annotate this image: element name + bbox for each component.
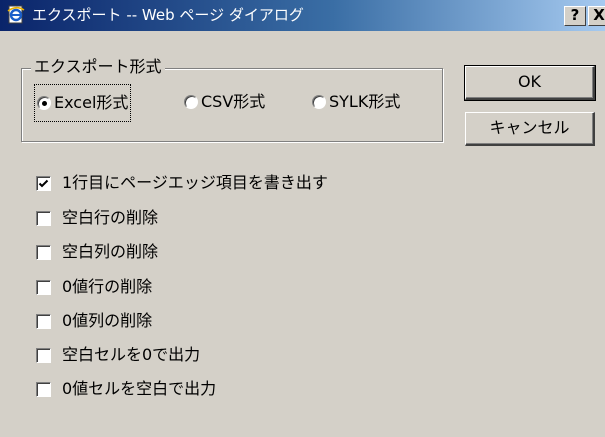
checkbox[interactable] [36, 210, 51, 226]
title-bar[interactable]: エクスポート -- Web ページ ダイアログ ? X [0, 0, 605, 31]
radio-button-icon[interactable] [312, 95, 326, 109]
option-label: 0値セルを空白で出力 [62, 379, 217, 398]
window-title: エクスポート -- Web ページ ダイアログ [32, 6, 304, 24]
ok-button[interactable]: OK [464, 65, 596, 101]
option-blank-cells-as-zero[interactable]: 空白セルを0で出力 [36, 344, 200, 366]
option-delete-blank-rows[interactable]: 空白行の削除 [36, 207, 158, 229]
option-delete-blank-columns[interactable]: 空白列の削除 [36, 241, 158, 263]
radio-sylk-label: SYLK形式 [329, 92, 401, 111]
radio-csv-label: CSV形式 [201, 92, 266, 111]
radio-excel-format[interactable]: Excel形式 [34, 84, 132, 122]
radio-button-icon[interactable] [37, 96, 51, 110]
option-label: 空白列の削除 [62, 242, 159, 261]
close-button[interactable]: X [588, 6, 605, 26]
option-write-page-edge-items[interactable]: 1行目にページエッジ項目を書き出す [36, 172, 328, 194]
option-label: 1行目にページエッジ項目を書き出す [62, 173, 328, 192]
option-label: 0値行の削除 [62, 277, 153, 296]
export-dialog: エクスポート -- Web ページ ダイアログ ? X エクスポート形式 Exc… [0, 0, 605, 437]
radio-sylk-format[interactable]: SYLK形式 [312, 90, 400, 114]
radio-csv-format[interactable]: CSV形式 [184, 90, 265, 114]
checkbox[interactable] [36, 347, 51, 363]
checkmark-icon [38, 179, 49, 187]
checkbox[interactable] [36, 381, 51, 397]
checkbox[interactable] [36, 313, 51, 329]
option-label: 0値列の削除 [62, 311, 153, 330]
checkbox[interactable] [36, 279, 51, 295]
option-zero-cells-as-blank[interactable]: 0値セルを空白で出力 [36, 378, 216, 400]
checkbox[interactable] [36, 175, 51, 191]
option-delete-zero-columns[interactable]: 0値列の削除 [36, 310, 152, 332]
option-label: 空白行の削除 [62, 208, 159, 227]
cancel-button[interactable]: キャンセル [465, 112, 595, 146]
export-format-legend: エクスポート形式 [31, 57, 165, 77]
option-label: 空白セルを0で出力 [62, 345, 201, 364]
radio-button-icon[interactable] [184, 95, 198, 109]
radio-excel-label: Excel形式 [54, 93, 129, 112]
help-button[interactable]: ? [564, 6, 586, 26]
checkbox[interactable] [36, 244, 51, 260]
ie-page-icon [6, 5, 26, 25]
option-delete-zero-rows[interactable]: 0値行の削除 [36, 276, 152, 298]
